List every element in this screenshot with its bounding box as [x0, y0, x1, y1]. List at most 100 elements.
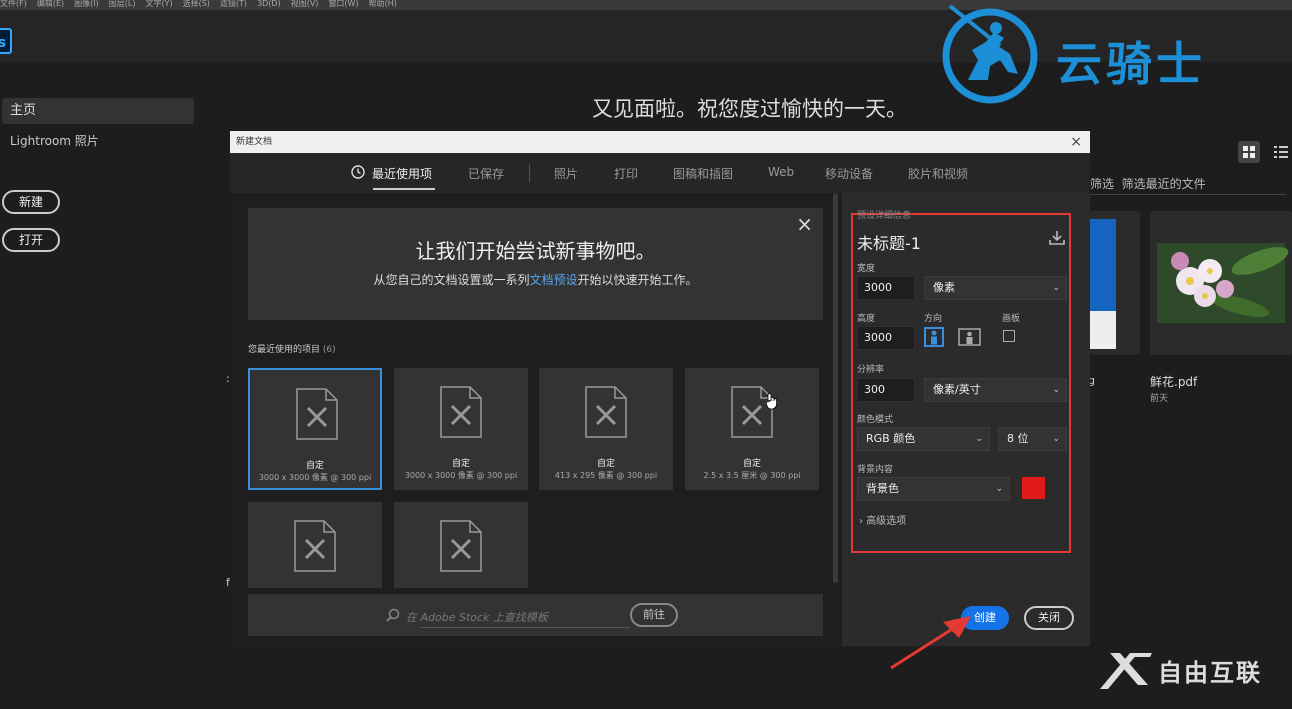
filter-label: 筛选 — [1090, 177, 1115, 191]
width-unit-select[interactable]: 像素 ⌄ — [924, 276, 1067, 300]
recent-items-label: 您最近使用的项目 (6) — [248, 342, 336, 355]
background-content-value: 背景色 — [866, 482, 899, 495]
portrait-orientation-icon[interactable] — [924, 327, 944, 347]
height-input[interactable]: 3000 — [857, 326, 915, 350]
preset-tabs: 最近使用项 已保存 照片 打印 图稿和插图 Web 移动设备 胶片和视频 — [230, 153, 1090, 193]
width-unit-value: 像素 — [933, 281, 955, 294]
stock-search-input[interactable]: 在 Adobe Stock 上查找模板 — [406, 609, 548, 625]
document-icon — [296, 388, 338, 440]
recent-file-thumbnail[interactable] — [1150, 211, 1292, 355]
menu-item[interactable]: 文字(Y) — [145, 0, 172, 8]
search-icon — [386, 608, 400, 622]
preset-details-label: 预设详细信息 — [857, 211, 912, 221]
tab-saved[interactable]: 已保存 — [468, 165, 504, 182]
tab-print[interactable]: 打印 — [614, 165, 638, 182]
card-size: 413 x 295 像素 @ 300 ppi — [554, 471, 658, 480]
card-size: 3000 x 3000 像素 @ 300 ppi — [404, 471, 518, 480]
recent-scrollbar[interactable] — [833, 193, 838, 583]
left-nav: 主页 Lightroom 照片 新建 打开 — [0, 62, 210, 709]
menu-item[interactable]: 图像(I) — [74, 0, 99, 8]
banner-close-icon[interactable]: × — [796, 212, 813, 236]
watermark: 自由互联 — [1096, 645, 1260, 697]
annotation-arrow-icon — [890, 616, 971, 670]
resolution-input[interactable]: 300 — [857, 378, 915, 402]
dialog-close-icon[interactable]: × — [1070, 131, 1082, 153]
x-logo-icon — [1100, 653, 1152, 689]
menu-item[interactable]: 编辑(E) — [37, 0, 64, 8]
document-icon — [440, 520, 482, 572]
document-presets-link[interactable]: 文档预设 — [529, 273, 577, 287]
tab-web[interactable]: Web — [768, 165, 794, 179]
menu-item[interactable]: 图层(L) — [109, 0, 136, 8]
recent-file-name: 鲜花.pdf — [1150, 375, 1198, 389]
resolution-unit-select[interactable]: 像素/英寸 ⌄ — [924, 378, 1067, 402]
filter-input[interactable]: 筛选最近的文件 — [1122, 177, 1206, 191]
mouse-cursor-icon — [765, 393, 777, 410]
color-mode-value: RGB 颜色 — [866, 432, 916, 445]
menu-item[interactable]: 文件(F) — [0, 0, 27, 8]
chevron-down-icon: ⌄ — [1052, 434, 1060, 444]
resolution-label: 分辨率 — [857, 365, 885, 375]
list-view-icon[interactable] — [1274, 145, 1288, 159]
document-name-field[interactable]: 未标题-1 — [857, 230, 921, 254]
document-icon — [294, 520, 336, 572]
filter-area[interactable]: 筛选 筛选最近的文件 — [1090, 175, 1206, 192]
background-color-swatch[interactable] — [1022, 477, 1045, 499]
tab-photo[interactable]: 照片 — [554, 165, 578, 182]
nav-item-lightroom[interactable]: Lightroom 照片 — [10, 132, 99, 149]
welcome-text: 开始以快速开始工作。 — [577, 273, 698, 287]
width-input[interactable]: 3000 — [857, 276, 915, 300]
tab-film-video[interactable]: 胶片和视频 — [908, 165, 968, 182]
recent-preset-card[interactable] — [248, 502, 382, 588]
advanced-options-toggle[interactable]: › 高级选项 — [859, 512, 906, 527]
artboard-checkbox[interactable] — [1003, 330, 1015, 342]
tab-art-illustration[interactable]: 图稿和插图 — [673, 165, 733, 182]
recent-preset-card[interactable] — [394, 502, 528, 588]
recent-file-thumbnail[interactable] — [1090, 211, 1140, 355]
background-content-select[interactable]: 背景色 ⌄ — [857, 477, 1010, 501]
welcome-title: 让我们开始尝试新事物吧。 — [415, 239, 656, 263]
chevron-down-icon: ⌄ — [1052, 385, 1060, 395]
photoshop-logo[interactable]: s — [0, 28, 12, 54]
grid-view-icon[interactable] — [1238, 141, 1260, 163]
recent-preset-card[interactable]: 自定 2.5 x 3.5 厘米 @ 300 ppi — [685, 368, 819, 490]
dialog-title: 新建文档 — [236, 137, 273, 147]
search-underline — [420, 627, 630, 628]
dialog-titlebar: 新建文档 × — [230, 131, 1090, 153]
menu-item[interactable]: 选择(S) — [183, 0, 210, 8]
nav-item-home[interactable]: 主页 — [2, 98, 194, 124]
new-document-dialog: 新建文档 × 最近使用项 已保存 照片 打印 图稿和插图 Web 移动设备 胶片… — [230, 131, 1090, 646]
document-icon — [585, 386, 627, 438]
tab-recent[interactable]: 最近使用项 — [372, 165, 432, 182]
card-size: 2.5 x 3.5 厘米 @ 300 ppi — [703, 471, 801, 480]
goto-button[interactable]: 前往 — [630, 603, 678, 627]
tab-mobile[interactable]: 移动设备 — [825, 165, 873, 182]
clock-icon — [351, 165, 365, 179]
yunqishi-logo-icon — [942, 4, 1038, 104]
new-button[interactable]: 新建 — [2, 190, 60, 214]
menu-item[interactable]: 视图(V) — [291, 0, 319, 8]
chevron-down-icon: ⌄ — [995, 484, 1003, 494]
chevron-right-icon: › — [859, 516, 863, 527]
save-preset-icon[interactable] — [1048, 230, 1066, 246]
close-button[interactable]: 关闭 — [1024, 606, 1074, 630]
width-label: 宽度 — [857, 264, 876, 274]
recent-preset-card[interactable]: 自定 3000 x 3000 像素 @ 300 ppi — [394, 368, 528, 490]
menu-item[interactable]: 3D(D) — [257, 0, 281, 8]
open-button[interactable]: 打开 — [2, 228, 60, 252]
menu-item[interactable]: 帮助(H) — [369, 0, 397, 8]
recent-preset-card[interactable]: 自定 3000 x 3000 像素 @ 300 ppi — [248, 368, 382, 490]
color-mode-select[interactable]: RGB 颜色 ⌄ — [857, 427, 990, 451]
recent-preset-card[interactable]: 自定 413 x 295 像素 @ 300 ppi — [539, 368, 673, 490]
divider — [1090, 194, 1286, 195]
recent-label-text: 您最近使用的项目 — [248, 345, 321, 355]
menu-item[interactable]: 滤镜(T) — [220, 0, 247, 8]
landscape-orientation-icon[interactable] — [958, 327, 981, 347]
menu-item[interactable]: 窗口(W) — [328, 0, 358, 8]
card-title: 自定 — [596, 459, 615, 469]
watermark-text: 自由互联 — [1158, 659, 1262, 687]
card-size: 3000 x 3000 像素 @ 300 ppi — [258, 473, 372, 482]
card-title: 自定 — [451, 459, 470, 469]
bit-depth-select[interactable]: 8 位 ⌄ — [998, 427, 1067, 451]
recent-file-date: 前天 — [1150, 394, 1169, 404]
